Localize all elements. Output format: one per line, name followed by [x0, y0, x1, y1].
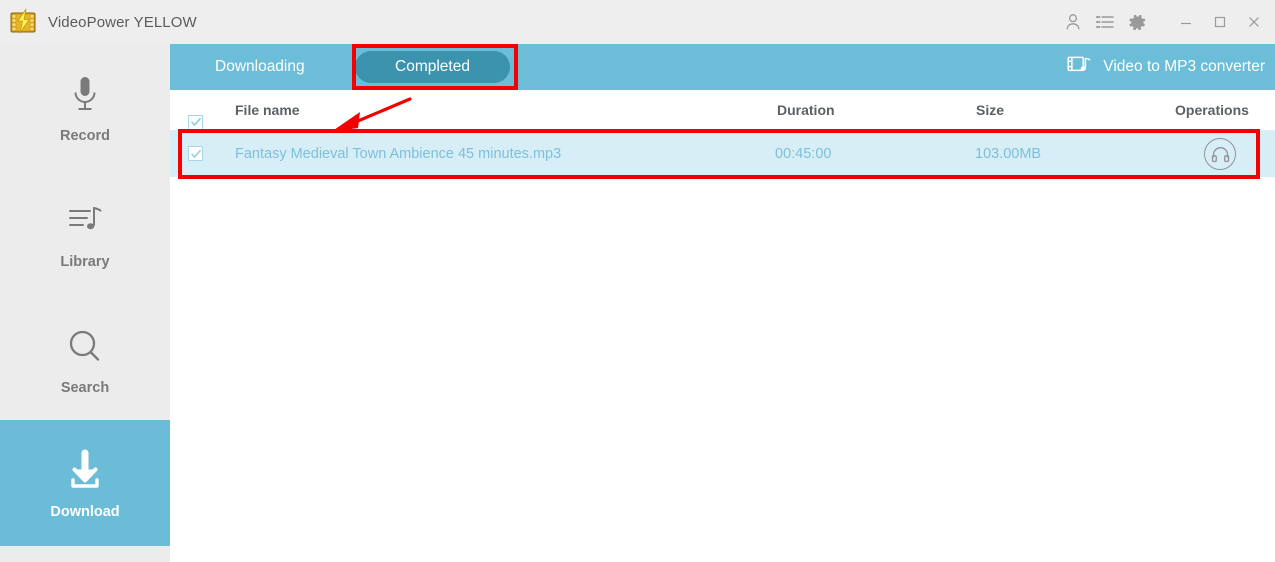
tab-bar: Downloading Completed Video to MP3 conve… — [170, 44, 1275, 90]
download-arrow-icon — [62, 446, 108, 496]
checkbox-box — [188, 114, 203, 130]
sidebar-item-search[interactable]: Search — [0, 296, 170, 422]
headphones-icon[interactable] — [1204, 138, 1236, 170]
window-controls — [1169, 0, 1271, 44]
video-to-mp3-converter-button[interactable]: Video to MP3 converter — [1067, 44, 1265, 90]
tab-completed[interactable]: Completed — [355, 51, 510, 83]
row-checkbox[interactable] — [188, 146, 203, 161]
tab-downloading[interactable]: Downloading — [215, 44, 305, 90]
lightning-film-logo — [9, 8, 39, 36]
app-title: VideoPower YELLOW — [48, 13, 197, 31]
column-header-duration[interactable]: Duration — [777, 90, 835, 130]
column-header-size[interactable]: Size — [976, 90, 1004, 130]
table-header-row: File name Duration Size Operations — [170, 90, 1275, 131]
cell-duration: 00:45:00 — [775, 146, 832, 162]
converter-label: Video to MP3 converter — [1103, 58, 1265, 75]
column-header-operations[interactable]: Operations — [1175, 90, 1249, 130]
title-bar: VideoPower YELLOW — [0, 0, 1275, 44]
settings-icon[interactable] — [1121, 0, 1153, 44]
task-list-icon[interactable] — [1089, 0, 1121, 44]
microphone-icon — [68, 70, 102, 120]
sidebar-item-download[interactable]: Download — [0, 420, 170, 546]
account-icon[interactable] — [1057, 0, 1089, 44]
playlist-music-icon — [65, 196, 105, 246]
sidebar-item-label: Record — [60, 128, 110, 144]
main-panel: Downloading Completed Video to MP3 conve… — [170, 44, 1275, 562]
cell-operations — [1175, 131, 1265, 177]
cell-file-name: Fantasy Medieval Town Ambience 45 minute… — [235, 146, 562, 162]
cell-size: 103.00MB — [975, 146, 1042, 162]
minimize-button[interactable] — [1169, 0, 1203, 44]
sidebar-item-library[interactable]: Library — [0, 170, 170, 296]
checkbox-box — [188, 146, 203, 161]
sidebar: Record Library Search Download — [0, 44, 170, 562]
video-to-mp3-icon — [1067, 54, 1091, 81]
sidebar-item-label: Search — [60, 380, 110, 396]
column-header-file-name[interactable]: File name — [235, 90, 300, 130]
titlebar-actions — [1057, 0, 1275, 44]
sidebar-item-label: Library — [60, 254, 110, 270]
maximize-button[interactable] — [1203, 0, 1237, 44]
sidebar-item-label: Download — [50, 504, 120, 520]
magnifier-icon — [65, 322, 105, 372]
close-button[interactable] — [1237, 0, 1271, 44]
table-row[interactable]: Fantasy Medieval Town Ambience 45 minute… — [170, 131, 1275, 178]
sidebar-item-record[interactable]: Record — [0, 44, 170, 170]
